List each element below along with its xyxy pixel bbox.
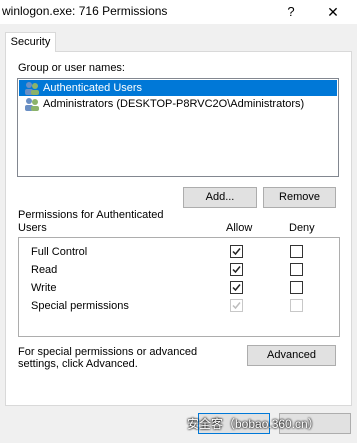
permission-name-read: Read (31, 264, 58, 276)
allow-checkbox-full-control[interactable] (230, 245, 243, 258)
list-item-administrators[interactable]: Administrators (DESKTOP-P8RVC2O\Administ… (19, 96, 337, 112)
window-title: winlogon.exe: 716 Permissions (2, 4, 168, 18)
permission-name-special: Special permissions (31, 300, 129, 312)
checkmark-icon (232, 302, 241, 310)
allow-checkbox-read[interactable] (230, 263, 243, 276)
watermark: 安全客（bobao.360.cn） (187, 417, 320, 431)
deny-checkbox-special (290, 299, 303, 312)
checkmark-icon (232, 284, 241, 292)
checkmark-icon (232, 266, 241, 274)
add-button[interactable]: Add... (183, 187, 257, 208)
permission-name-full-control: Full Control (31, 246, 88, 258)
allow-column-header: Allow (226, 222, 253, 234)
remove-button[interactable]: Remove (263, 187, 336, 208)
user-list[interactable]: Authenticated Users Administrators (DESK… (17, 78, 339, 177)
deny-checkbox-full-control[interactable] (290, 245, 303, 258)
users-icon (25, 98, 39, 111)
permission-name-write: Write (31, 282, 57, 294)
close-button[interactable]: ✕ (322, 2, 344, 22)
deny-checkbox-read[interactable] (290, 263, 303, 276)
allow-checkbox-write[interactable] (230, 281, 243, 294)
checkmark-icon (232, 248, 241, 256)
list-item-label: Authenticated Users (43, 82, 143, 94)
help-button[interactable]: ? (281, 2, 301, 22)
tab-security[interactable]: Security (5, 32, 56, 52)
users-icon (25, 82, 39, 95)
allow-checkbox-special (230, 299, 243, 312)
deny-checkbox-write[interactable] (290, 281, 303, 294)
permissions-label: Permissions for Authenticated Users (18, 209, 164, 234)
permissions-list: Full Control Read Write Special permissi… (18, 237, 340, 337)
list-item-authenticated-users[interactable]: Authenticated Users (19, 80, 337, 96)
list-item-label: Administrators (DESKTOP-P8RVC2O\Administ… (43, 98, 305, 110)
special-permissions-note: For special permissions or advanced sett… (18, 346, 198, 370)
advanced-button[interactable]: Advanced (247, 345, 336, 366)
group-or-user-names-label: Group or user names: (18, 62, 125, 74)
title-bar: winlogon.exe: 716 Permissions ? ✕ (0, 0, 357, 24)
deny-column-header: Deny (289, 222, 315, 234)
